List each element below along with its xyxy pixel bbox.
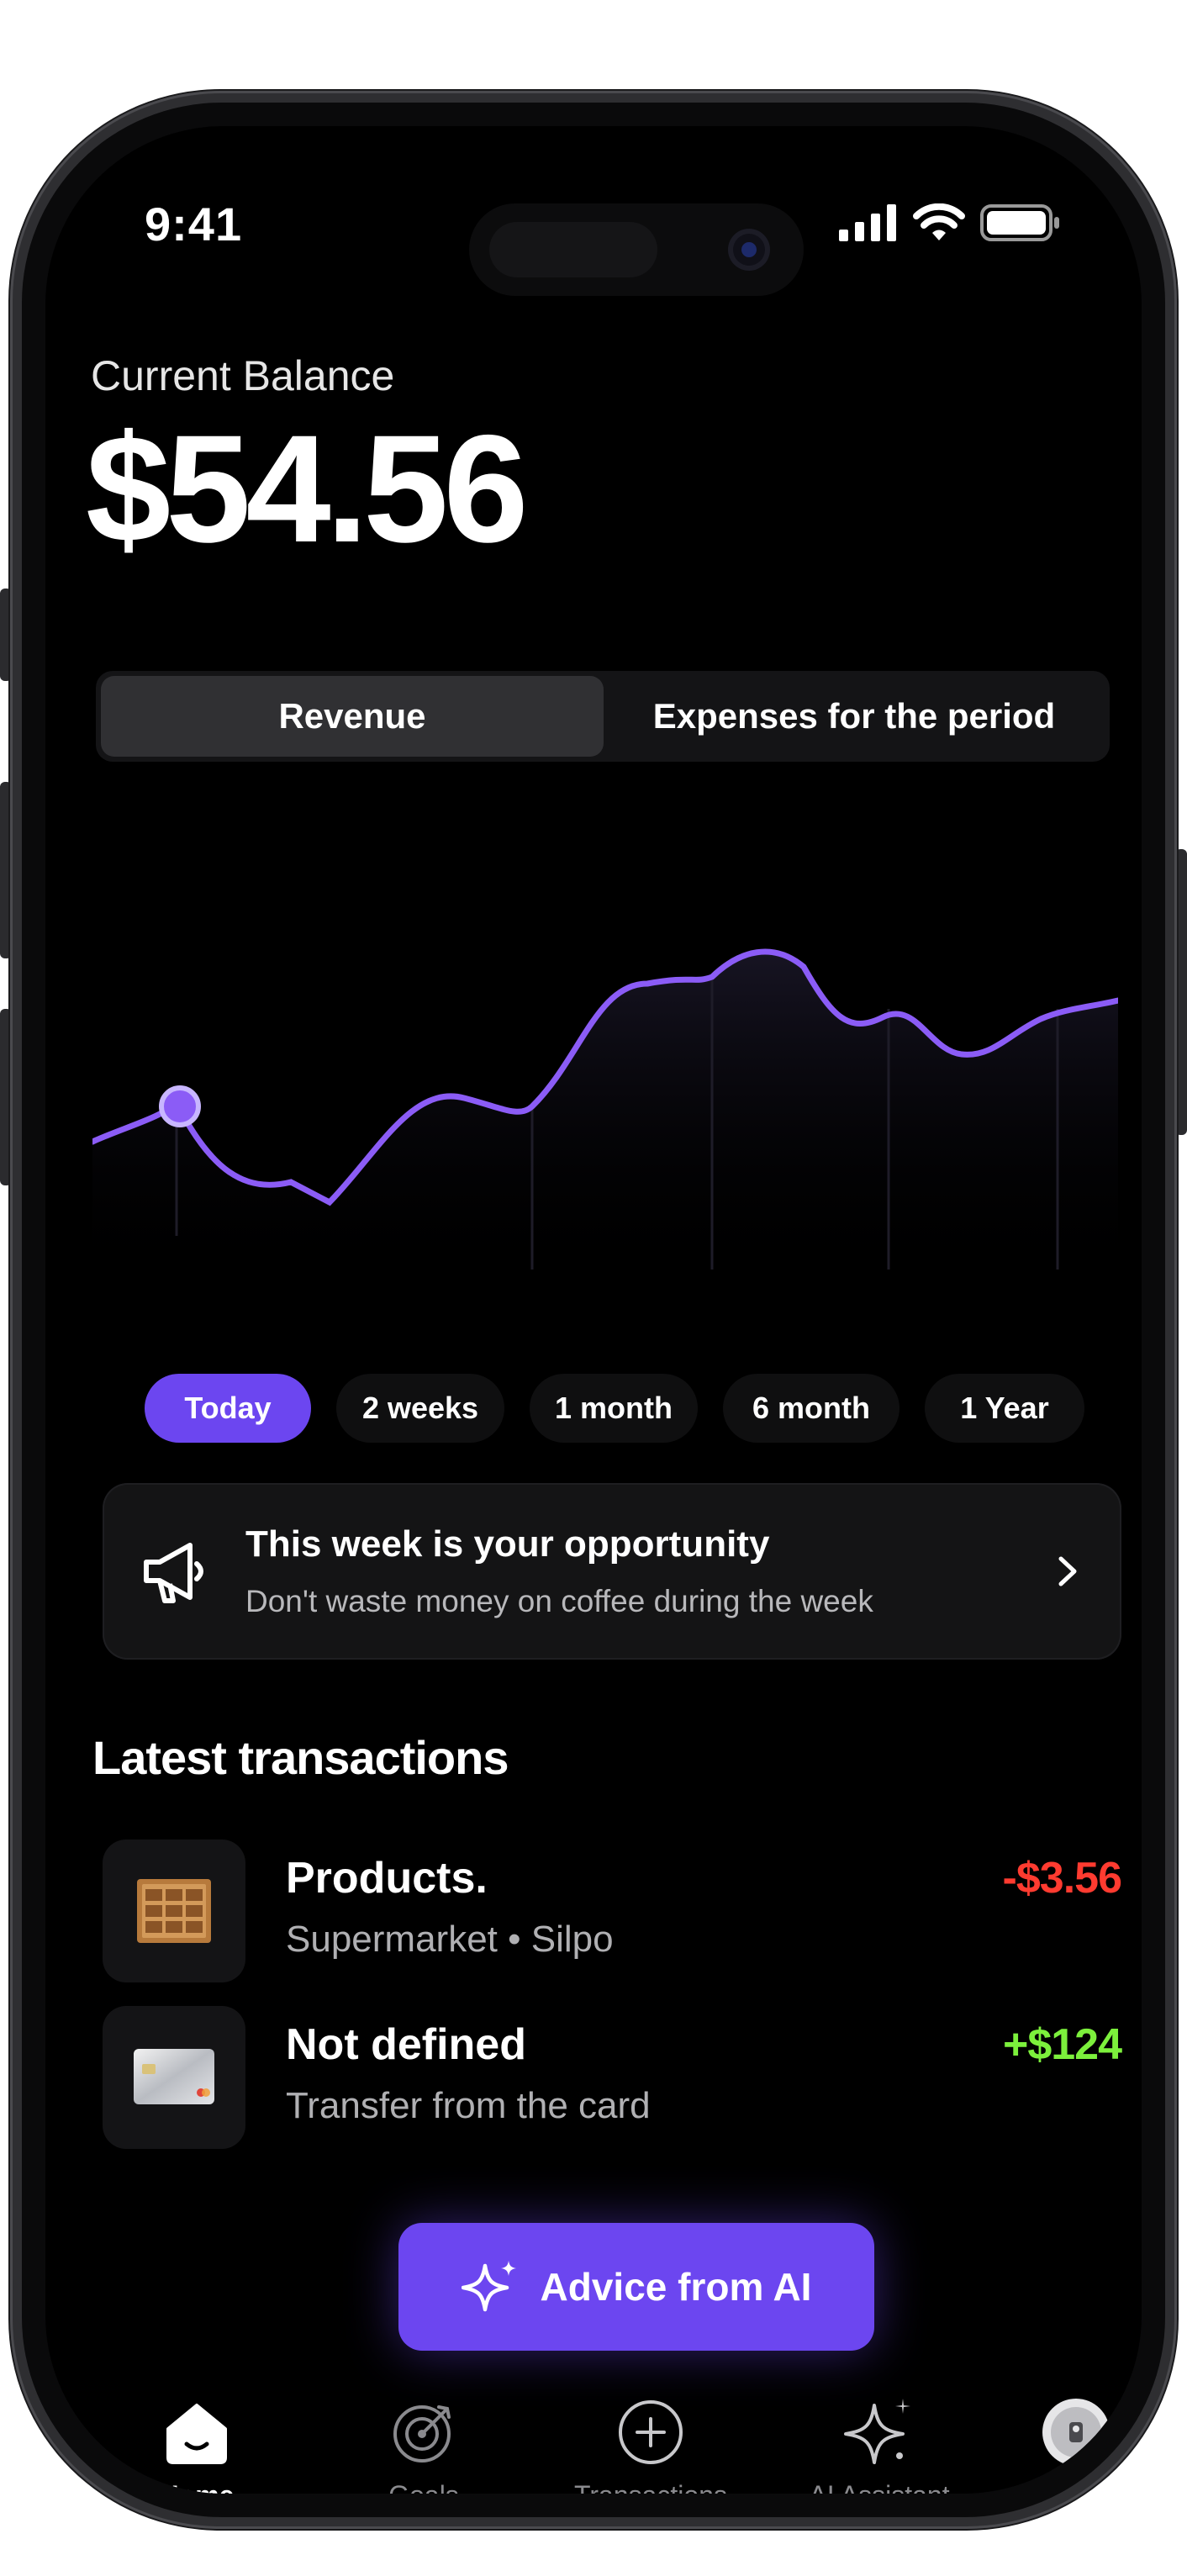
tab-transactions[interactable]: Transactions xyxy=(550,2396,752,2494)
filter-6-month[interactable]: 6 month xyxy=(723,1374,899,1443)
transaction-thumb xyxy=(103,2006,245,2149)
tab-home[interactable]: Home xyxy=(96,2396,298,2494)
latest-transactions-title: Latest transactions xyxy=(92,1731,509,1784)
banner-subtitle: Don't waste money on coffee during the w… xyxy=(245,1584,873,1618)
tab-ai-assistant[interactable]: AI Assistant xyxy=(778,2396,980,2494)
sparkle-icon xyxy=(843,2396,915,2468)
filter-2-weeks[interactable]: 2 weeks xyxy=(336,1374,504,1443)
power-button xyxy=(1175,849,1187,1135)
dynamic-island xyxy=(469,203,804,296)
tab-revenue[interactable]: Revenue xyxy=(101,676,604,757)
tab-transactions-label: Transactions xyxy=(574,2480,727,2494)
cellular-signal-icon xyxy=(839,204,896,241)
period-filters: Today 2 weeks 1 month 6 month 1 Year xyxy=(145,1374,1084,1443)
wifi-icon xyxy=(913,203,965,240)
chevron-right-icon[interactable] xyxy=(1046,1550,1088,1592)
tab-goals-label: Goals xyxy=(388,2480,459,2494)
advice-from-ai-label: Advice from AI xyxy=(540,2265,812,2309)
balance-label: Current Balance xyxy=(91,352,395,399)
transaction-name: Not defined xyxy=(286,2020,526,2069)
camera-icon xyxy=(728,229,770,271)
balance-amount: $54.56 xyxy=(86,403,529,574)
filter-1-month[interactable]: 1 month xyxy=(530,1374,698,1443)
tab-profile-label: Profile xyxy=(1038,2480,1115,2494)
transaction-amount: +$124 xyxy=(1002,2020,1122,2069)
megaphone-icon xyxy=(144,1543,203,1603)
banner-title: This week is your opportunity xyxy=(245,1523,770,1565)
tab-ai-assistant-label: AI Assistant xyxy=(809,2480,949,2494)
target-icon xyxy=(388,2396,460,2468)
transaction-row[interactable]: Not defined Transfer from the card +$124 xyxy=(103,2006,1122,2149)
advice-from-ai-button[interactable]: Advice from AI xyxy=(398,2223,874,2351)
tab-home-label: Home xyxy=(160,2480,235,2494)
transaction-amount: -$3.56 xyxy=(1002,1854,1122,1903)
opportunity-banner[interactable]: This week is your opportunity Don't wast… xyxy=(103,1483,1121,1660)
chart-point-marker[interactable] xyxy=(159,1085,201,1127)
tab-profile[interactable]: Profile xyxy=(975,2396,1142,2494)
transaction-name: Products. xyxy=(286,1854,488,1903)
status-time: 9:41 xyxy=(145,198,243,251)
tab-goals[interactable]: Goals xyxy=(323,2396,525,2494)
sparkles-icon xyxy=(461,2261,516,2312)
avatar-icon xyxy=(1040,2396,1112,2468)
app-screen: 9:41 Current Balance $54.56 Revenue Expe… xyxy=(45,126,1142,2494)
status-icons xyxy=(839,203,1061,242)
grocery-box-icon xyxy=(137,1879,211,1943)
credit-card-icon xyxy=(134,2049,214,2104)
segmented-control: Revenue Expenses for the period xyxy=(96,671,1110,762)
bottom-tab-bar: Home Goals xyxy=(96,2396,1142,2494)
transaction-row[interactable]: Products. Supermarket • Silpo -$3.56 xyxy=(103,1840,1122,1982)
filter-today[interactable]: Today xyxy=(145,1374,311,1443)
transaction-thumb xyxy=(103,1840,245,1982)
tab-expenses[interactable]: Expenses for the period xyxy=(604,676,1105,757)
transaction-subtitle: Transfer from the card xyxy=(286,2085,651,2126)
revenue-line-chart xyxy=(92,948,1118,1286)
filter-1-year[interactable]: 1 Year xyxy=(925,1374,1084,1443)
transaction-subtitle: Supermarket • Silpo xyxy=(286,1919,614,1960)
plus-circle-icon xyxy=(615,2396,687,2468)
home-icon xyxy=(161,2396,233,2468)
battery-icon xyxy=(980,204,1059,241)
phone-bezel: 9:41 Current Balance $54.56 Revenue Expe… xyxy=(22,103,1165,2517)
phone-frame: 9:41 Current Balance $54.56 Revenue Expe… xyxy=(10,91,1177,2529)
